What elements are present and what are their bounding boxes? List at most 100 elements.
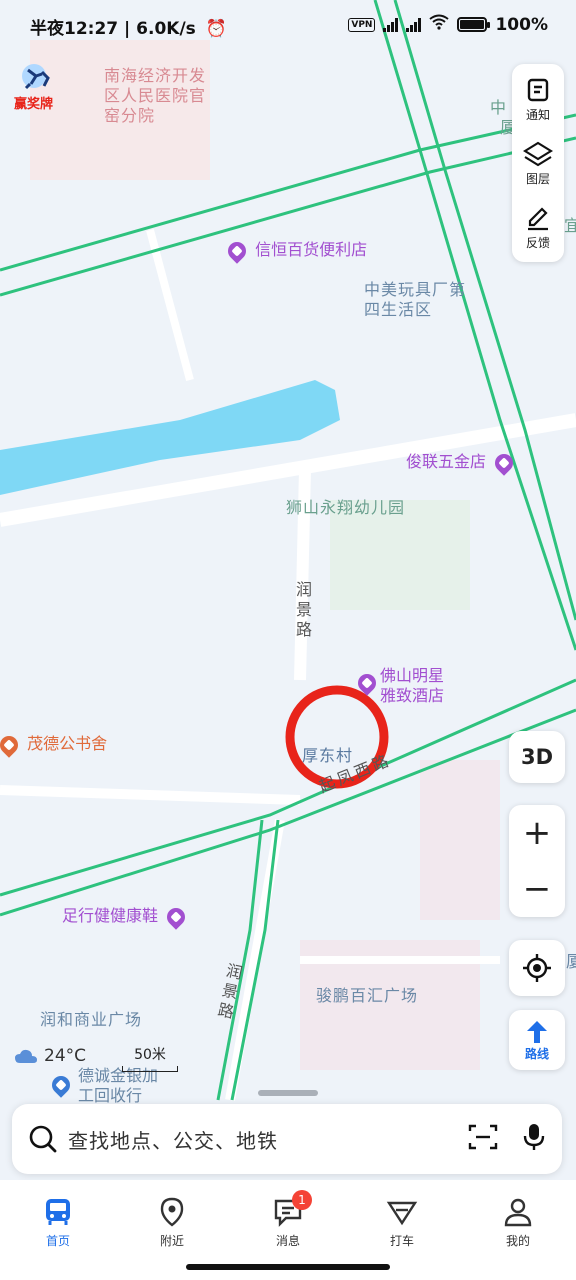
map-view[interactable]: 赢奖牌 南海经济开发区人民医院官窑分院 信恒百货便利店 中美玩具厂第四生活区 俊… bbox=[0, 0, 576, 1180]
brand-logo[interactable]: 赢奖牌 bbox=[12, 62, 66, 112]
poi-hospital-label: 南海经济开发区人民医院官窑分院 bbox=[104, 66, 207, 125]
nav-profile-label: 我的 bbox=[505, 1234, 530, 1248]
edge-label-top-text: 中 bbox=[490, 98, 507, 117]
poi-village-label: 厚东村 bbox=[302, 746, 354, 765]
location-pin-icon bbox=[48, 1071, 74, 1098]
location-pin-icon bbox=[160, 1197, 184, 1227]
nav-messages[interactable]: 消息 1 bbox=[248, 1190, 328, 1249]
drag-handle[interactable] bbox=[258, 1090, 318, 1096]
bus-icon bbox=[46, 1199, 70, 1225]
voice-button[interactable] bbox=[522, 1122, 546, 1156]
poi-kindergarten-label: 狮山永翔幼儿园 bbox=[286, 498, 406, 517]
scan-button[interactable] bbox=[468, 1123, 498, 1155]
road-minor-2 bbox=[0, 785, 301, 805]
layers-button[interactable]: 图层 bbox=[512, 132, 564, 194]
map-scale: 50米 bbox=[122, 1044, 178, 1072]
nav-profile[interactable]: 我的 bbox=[478, 1196, 558, 1249]
poi-hotel[interactable]: 佛山明星雅致酒店 bbox=[380, 666, 456, 706]
edge-label-right-text: 宜 bbox=[564, 216, 576, 235]
wifi-icon bbox=[429, 14, 450, 35]
edge-label-right: 宜 bbox=[564, 216, 576, 236]
vpn-icon: VPN bbox=[348, 17, 376, 32]
river bbox=[0, 380, 340, 495]
route-button[interactable]: 路线 bbox=[509, 1010, 565, 1070]
nav-messages-label: 消息 bbox=[275, 1234, 300, 1248]
poi-store[interactable]: 信恒百货便利店 bbox=[224, 237, 368, 264]
nav-home-label: 首页 bbox=[45, 1234, 70, 1248]
cloud-icon bbox=[15, 1049, 37, 1063]
battery-icon bbox=[457, 17, 491, 32]
zoom-in-button[interactable]: + bbox=[509, 805, 565, 861]
status-bar: 半夜12:27 | 6.0K/s ⏰ VPN 100% bbox=[0, 0, 576, 50]
microphone-icon bbox=[523, 1124, 545, 1150]
3d-label: 3D bbox=[520, 745, 554, 769]
search-icon bbox=[29, 1125, 57, 1153]
layers-label: 图层 bbox=[525, 171, 550, 186]
poi-hardware[interactable]: 俊联五金店 bbox=[406, 449, 517, 476]
zoom-out-button[interactable]: − bbox=[509, 861, 565, 917]
poi-shoe[interactable]: 足行健健康鞋 bbox=[62, 903, 189, 930]
alarm-icon: ⏰ bbox=[205, 19, 227, 39]
hotel-pin-icon bbox=[354, 669, 380, 696]
taxi-flag-icon bbox=[386, 1201, 418, 1226]
edge-label-right2-text: 厦 bbox=[566, 952, 576, 971]
road-label-runjing: 润景路 bbox=[296, 580, 314, 640]
poi-bookhouse[interactable]: 茂德公书舍 bbox=[0, 731, 108, 758]
poi-jewelry[interactable]: 德诚金银加工回收行 bbox=[78, 1066, 168, 1106]
search-bar[interactable]: 查找地点、公交、地铁 bbox=[12, 1104, 562, 1174]
nav-nearby-label: 附近 bbox=[159, 1234, 184, 1248]
layers-icon bbox=[523, 141, 553, 166]
signal-2-icon bbox=[406, 17, 422, 32]
poi-plaza-runhe[interactable]: 润和商业广场 bbox=[40, 1010, 142, 1030]
block-pink bbox=[420, 760, 500, 920]
bookstore-pin-icon bbox=[0, 731, 22, 758]
message-badge: 1 bbox=[292, 1190, 312, 1210]
poi-jewelry-pin[interactable] bbox=[48, 1071, 74, 1098]
battery-percent: 100% bbox=[495, 14, 548, 35]
search-input[interactable]: 查找地点、公交、地铁 bbox=[68, 1125, 468, 1154]
status-time: 半夜12:27 | 6.0K/s bbox=[30, 19, 196, 39]
nav-home[interactable]: 首页 bbox=[18, 1196, 98, 1249]
map-base-layer bbox=[0, 0, 576, 1101]
zoom-panel: + − bbox=[509, 805, 565, 917]
edge-label-right-2: 厦 bbox=[566, 952, 576, 972]
poi-hotel-pin[interactable] bbox=[354, 669, 380, 696]
notify-label: 通知 bbox=[525, 107, 550, 122]
route-arrow-icon bbox=[527, 1020, 547, 1043]
poi-plaza-runhe-label: 润和商业广场 bbox=[40, 1010, 143, 1029]
zoom-out-icon: − bbox=[522, 869, 552, 909]
nav-taxi[interactable]: 打车 bbox=[362, 1196, 442, 1249]
nav-nearby[interactable]: 附近 bbox=[132, 1196, 212, 1249]
crosshair-icon bbox=[523, 954, 551, 982]
feedback-button[interactable]: 反馈 bbox=[512, 196, 564, 258]
poi-bookhouse-label: 茂德公书舍 bbox=[27, 734, 108, 753]
poi-kindergarten[interactable]: 狮山永翔幼儿园 bbox=[286, 498, 405, 518]
poi-hardware-label: 俊联五金店 bbox=[406, 452, 487, 471]
poi-store-label: 信恒百货便利店 bbox=[255, 240, 368, 259]
status-left: 半夜12:27 | 6.0K/s ⏰ bbox=[30, 14, 227, 39]
route-label: 路线 bbox=[524, 1046, 549, 1061]
poi-toy-factory[interactable]: 中美玩具厂第四生活区 bbox=[364, 280, 474, 320]
poi-plaza-junpeng-label: 骏鹏百汇广场 bbox=[316, 986, 419, 1005]
weather-widget[interactable]: 24°C bbox=[14, 1046, 86, 1066]
home-indicator[interactable] bbox=[186, 1264, 390, 1270]
runner-logo-icon: 赢奖牌 bbox=[14, 64, 53, 112]
shop-pin-icon bbox=[224, 237, 250, 264]
edit-pencil-icon bbox=[528, 206, 548, 230]
3d-button[interactable]: 3D bbox=[509, 731, 565, 783]
shop-pin-icon bbox=[491, 449, 517, 476]
zoom-in-icon: + bbox=[522, 813, 552, 853]
poi-hospital[interactable]: 南海经济开发区人民医院官窑分院 bbox=[104, 66, 214, 126]
poi-plaza-junpeng[interactable]: 骏鹏百汇广场 bbox=[316, 986, 418, 1006]
locate-button[interactable] bbox=[509, 940, 565, 996]
notification-icon bbox=[527, 78, 549, 101]
scan-icon bbox=[468, 1124, 498, 1150]
poi-hotel-label: 佛山明星雅致酒店 bbox=[380, 666, 445, 705]
poi-village[interactable]: 厚东村 bbox=[302, 746, 353, 766]
poi-shoe-label: 足行健健康鞋 bbox=[62, 906, 159, 925]
notify-button[interactable]: 通知 bbox=[512, 68, 564, 130]
scale-bar bbox=[122, 1066, 178, 1072]
brand-logo-text: 赢奖牌 bbox=[14, 96, 53, 112]
feedback-label: 反馈 bbox=[525, 235, 550, 250]
road-runjing-label: 润景路 bbox=[296, 580, 313, 639]
